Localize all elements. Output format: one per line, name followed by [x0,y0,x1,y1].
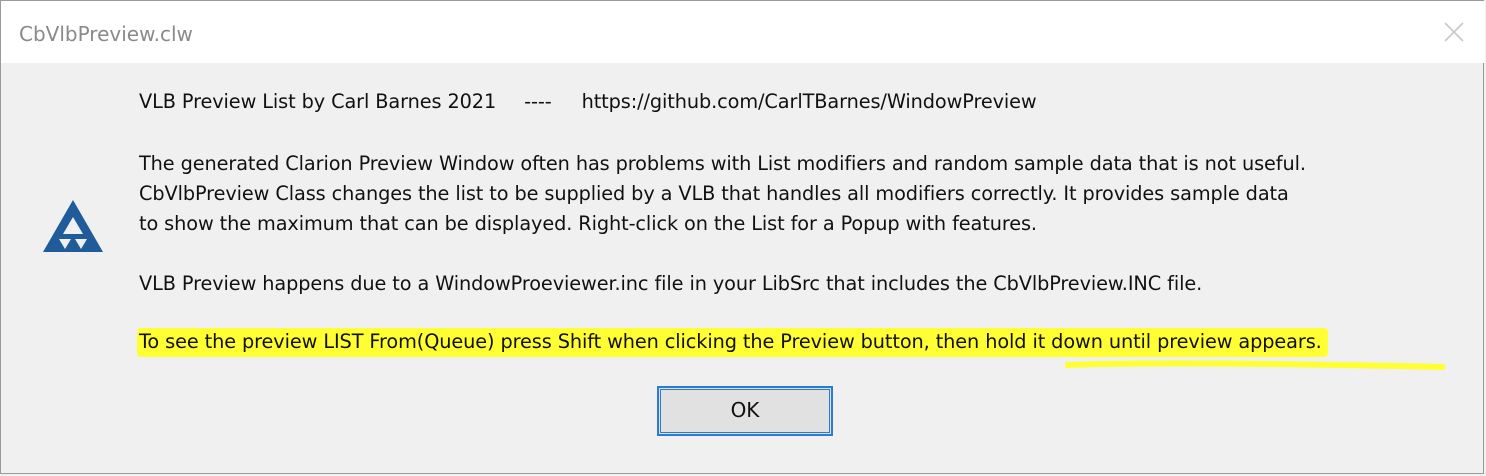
window-title: CbVlbPreview.clw [19,22,193,46]
paragraph-1-line: The generated Clarion Preview Window oft… [139,152,1306,175]
dialog-body: VLB Preview List by Carl Barnes 2021 ----… [1,63,1485,473]
paragraph-1-line: CbVlbPreview Class changes the list to b… [139,182,1289,205]
header-separator: ---- [524,90,552,113]
message-paragraph-2: VLB Preview happens due to a WindowProev… [139,272,1203,295]
paragraph-1-line: to show the maximum that can be displaye… [139,212,1037,235]
title-bar: CbVlbPreview.clw [1,1,1485,63]
highlighter-underline-mark [1065,360,1445,370]
message-dialog: CbVlbPreview.clw VLB Preview List by Car… [0,0,1485,474]
ok-button-focus-ring [660,389,830,433]
message-paragraph-1: The generated Clarion Preview Window oft… [139,149,1306,239]
close-icon [1444,22,1464,42]
clarion-triangle-icon [43,200,103,252]
header-title: VLB Preview List by Carl Barnes 2021 [139,90,497,113]
close-button[interactable] [1429,7,1479,57]
highlighted-instruction: To see the preview LIST From(Queue) pres… [137,328,1328,357]
message-paragraph-3: To see the preview LIST From(Queue) pres… [137,327,1328,357]
message-header: VLB Preview List by Carl Barnes 2021 ----… [139,87,1037,117]
ok-button[interactable]: OK [657,386,833,436]
header-url: https://github.com/CarlTBarnes/WindowPre… [581,90,1037,113]
